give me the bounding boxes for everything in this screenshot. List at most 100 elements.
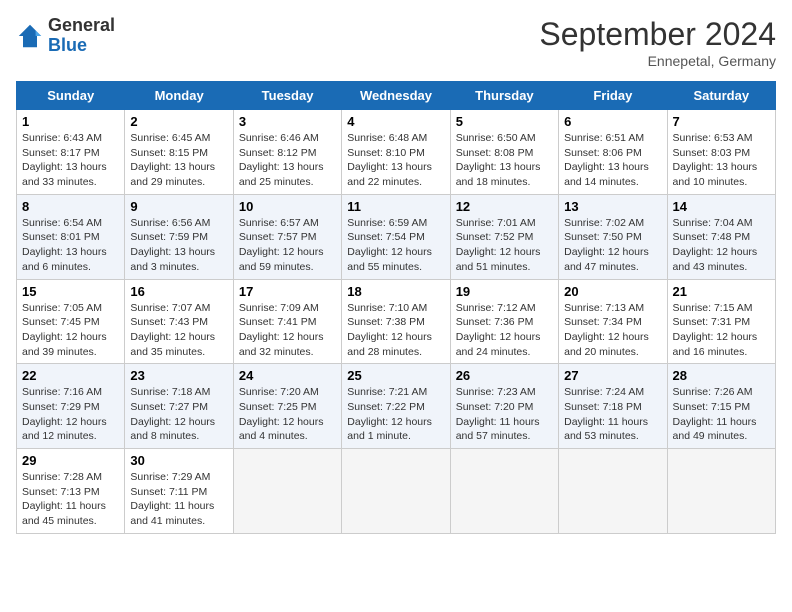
day-number: 15 [22, 284, 119, 299]
week-row-1: 1 Sunrise: 6:43 AMSunset: 8:17 PMDayligh… [17, 110, 776, 195]
day-number: 7 [673, 114, 770, 129]
calendar-cell: 4 Sunrise: 6:48 AMSunset: 8:10 PMDayligh… [342, 110, 450, 195]
day-info: Sunrise: 7:04 AMSunset: 7:48 PMDaylight:… [673, 216, 770, 275]
day-number: 29 [22, 453, 119, 468]
day-number: 27 [564, 368, 661, 383]
day-info: Sunrise: 7:01 AMSunset: 7:52 PMDaylight:… [456, 216, 553, 275]
day-info: Sunrise: 7:05 AMSunset: 7:45 PMDaylight:… [22, 301, 119, 360]
calendar-cell: 10 Sunrise: 6:57 AMSunset: 7:57 PMDaylig… [233, 194, 341, 279]
day-number: 16 [130, 284, 227, 299]
calendar-cell [342, 449, 450, 534]
day-number: 17 [239, 284, 336, 299]
calendar-cell [559, 449, 667, 534]
day-info: Sunrise: 7:18 AMSunset: 7:27 PMDaylight:… [130, 385, 227, 444]
day-info: Sunrise: 7:16 AMSunset: 7:29 PMDaylight:… [22, 385, 119, 444]
day-info: Sunrise: 6:56 AMSunset: 7:59 PMDaylight:… [130, 216, 227, 275]
day-number: 3 [239, 114, 336, 129]
day-info: Sunrise: 6:46 AMSunset: 8:12 PMDaylight:… [239, 131, 336, 190]
day-number: 8 [22, 199, 119, 214]
header-sunday: Sunday [17, 82, 125, 110]
day-info: Sunrise: 7:02 AMSunset: 7:50 PMDaylight:… [564, 216, 661, 275]
day-info: Sunrise: 7:10 AMSunset: 7:38 PMDaylight:… [347, 301, 444, 360]
logo-icon [16, 22, 44, 50]
day-number: 4 [347, 114, 444, 129]
day-number: 30 [130, 453, 227, 468]
calendar-cell: 13 Sunrise: 7:02 AMSunset: 7:50 PMDaylig… [559, 194, 667, 279]
day-info: Sunrise: 7:26 AMSunset: 7:15 PMDaylight:… [673, 385, 770, 444]
calendar-cell: 27 Sunrise: 7:24 AMSunset: 7:18 PMDaylig… [559, 364, 667, 449]
header-saturday: Saturday [667, 82, 775, 110]
week-row-4: 22 Sunrise: 7:16 AMSunset: 7:29 PMDaylig… [17, 364, 776, 449]
week-row-3: 15 Sunrise: 7:05 AMSunset: 7:45 PMDaylig… [17, 279, 776, 364]
location: Ennepetal, Germany [539, 53, 776, 69]
calendar-cell: 19 Sunrise: 7:12 AMSunset: 7:36 PMDaylig… [450, 279, 558, 364]
calendar-cell: 2 Sunrise: 6:45 AMSunset: 8:15 PMDayligh… [125, 110, 233, 195]
day-info: Sunrise: 7:28 AMSunset: 7:13 PMDaylight:… [22, 470, 119, 529]
calendar-cell [450, 449, 558, 534]
day-info: Sunrise: 7:12 AMSunset: 7:36 PMDaylight:… [456, 301, 553, 360]
logo-blue-text: Blue [48, 36, 115, 56]
day-info: Sunrise: 7:13 AMSunset: 7:34 PMDaylight:… [564, 301, 661, 360]
calendar-cell: 8 Sunrise: 6:54 AMSunset: 8:01 PMDayligh… [17, 194, 125, 279]
calendar-cell: 7 Sunrise: 6:53 AMSunset: 8:03 PMDayligh… [667, 110, 775, 195]
header-friday: Friday [559, 82, 667, 110]
day-number: 25 [347, 368, 444, 383]
calendar-cell: 16 Sunrise: 7:07 AMSunset: 7:43 PMDaylig… [125, 279, 233, 364]
day-number: 10 [239, 199, 336, 214]
calendar-cell: 30 Sunrise: 7:29 AMSunset: 7:11 PMDaylig… [125, 449, 233, 534]
day-info: Sunrise: 7:21 AMSunset: 7:22 PMDaylight:… [347, 385, 444, 444]
calendar-cell: 26 Sunrise: 7:23 AMSunset: 7:20 PMDaylig… [450, 364, 558, 449]
day-info: Sunrise: 7:15 AMSunset: 7:31 PMDaylight:… [673, 301, 770, 360]
weekday-header-row: Sunday Monday Tuesday Wednesday Thursday… [17, 82, 776, 110]
day-info: Sunrise: 6:43 AMSunset: 8:17 PMDaylight:… [22, 131, 119, 190]
logo-general-text: General [48, 16, 115, 36]
day-number: 18 [347, 284, 444, 299]
page-header: General Blue September 2024 Ennepetal, G… [16, 16, 776, 69]
day-number: 14 [673, 199, 770, 214]
calendar-cell: 25 Sunrise: 7:21 AMSunset: 7:22 PMDaylig… [342, 364, 450, 449]
calendar-cell: 3 Sunrise: 6:46 AMSunset: 8:12 PMDayligh… [233, 110, 341, 195]
day-info: Sunrise: 6:57 AMSunset: 7:57 PMDaylight:… [239, 216, 336, 275]
calendar-cell: 18 Sunrise: 7:10 AMSunset: 7:38 PMDaylig… [342, 279, 450, 364]
day-number: 1 [22, 114, 119, 129]
day-info: Sunrise: 6:48 AMSunset: 8:10 PMDaylight:… [347, 131, 444, 190]
day-info: Sunrise: 6:53 AMSunset: 8:03 PMDaylight:… [673, 131, 770, 190]
day-number: 24 [239, 368, 336, 383]
day-number: 21 [673, 284, 770, 299]
day-number: 19 [456, 284, 553, 299]
calendar-cell: 24 Sunrise: 7:20 AMSunset: 7:25 PMDaylig… [233, 364, 341, 449]
week-row-5: 29 Sunrise: 7:28 AMSunset: 7:13 PMDaylig… [17, 449, 776, 534]
day-number: 2 [130, 114, 227, 129]
calendar-cell: 11 Sunrise: 6:59 AMSunset: 7:54 PMDaylig… [342, 194, 450, 279]
day-number: 11 [347, 199, 444, 214]
day-number: 28 [673, 368, 770, 383]
header-thursday: Thursday [450, 82, 558, 110]
calendar-table: Sunday Monday Tuesday Wednesday Thursday… [16, 81, 776, 534]
calendar-cell: 1 Sunrise: 6:43 AMSunset: 8:17 PMDayligh… [17, 110, 125, 195]
calendar-cell: 23 Sunrise: 7:18 AMSunset: 7:27 PMDaylig… [125, 364, 233, 449]
day-info: Sunrise: 7:07 AMSunset: 7:43 PMDaylight:… [130, 301, 227, 360]
calendar-cell: 17 Sunrise: 7:09 AMSunset: 7:41 PMDaylig… [233, 279, 341, 364]
month-title: September 2024 [539, 16, 776, 53]
day-info: Sunrise: 6:51 AMSunset: 8:06 PMDaylight:… [564, 131, 661, 190]
calendar-cell: 15 Sunrise: 7:05 AMSunset: 7:45 PMDaylig… [17, 279, 125, 364]
day-info: Sunrise: 6:59 AMSunset: 7:54 PMDaylight:… [347, 216, 444, 275]
calendar-cell: 21 Sunrise: 7:15 AMSunset: 7:31 PMDaylig… [667, 279, 775, 364]
logo: General Blue [16, 16, 115, 56]
day-info: Sunrise: 6:50 AMSunset: 8:08 PMDaylight:… [456, 131, 553, 190]
day-number: 20 [564, 284, 661, 299]
day-info: Sunrise: 7:23 AMSunset: 7:20 PMDaylight:… [456, 385, 553, 444]
day-info: Sunrise: 7:09 AMSunset: 7:41 PMDaylight:… [239, 301, 336, 360]
calendar-cell: 5 Sunrise: 6:50 AMSunset: 8:08 PMDayligh… [450, 110, 558, 195]
day-info: Sunrise: 7:24 AMSunset: 7:18 PMDaylight:… [564, 385, 661, 444]
calendar-cell: 12 Sunrise: 7:01 AMSunset: 7:52 PMDaylig… [450, 194, 558, 279]
day-number: 13 [564, 199, 661, 214]
calendar-cell: 14 Sunrise: 7:04 AMSunset: 7:48 PMDaylig… [667, 194, 775, 279]
day-number: 26 [456, 368, 553, 383]
day-number: 23 [130, 368, 227, 383]
calendar-cell: 6 Sunrise: 6:51 AMSunset: 8:06 PMDayligh… [559, 110, 667, 195]
calendar-cell: 29 Sunrise: 7:28 AMSunset: 7:13 PMDaylig… [17, 449, 125, 534]
day-info: Sunrise: 7:20 AMSunset: 7:25 PMDaylight:… [239, 385, 336, 444]
calendar-cell [233, 449, 341, 534]
day-info: Sunrise: 6:45 AMSunset: 8:15 PMDaylight:… [130, 131, 227, 190]
